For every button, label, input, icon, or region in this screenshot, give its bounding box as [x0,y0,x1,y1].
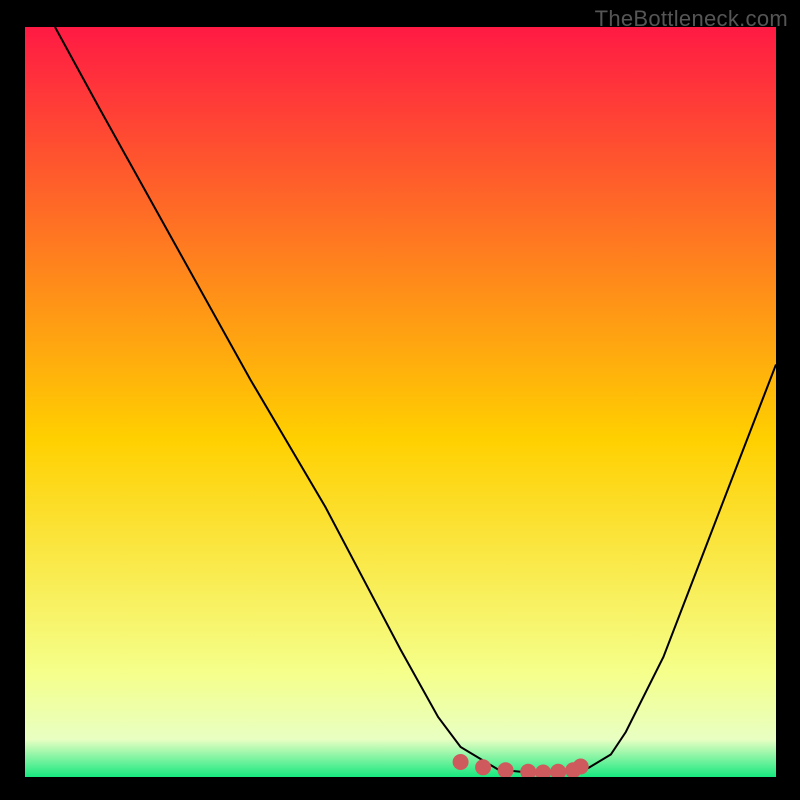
plot-area [25,27,776,777]
watermark-text: TheBottleneck.com [595,6,788,32]
gradient-background [25,27,776,777]
valley-marker [573,759,589,775]
valley-marker [453,754,469,770]
bottleneck-chart [25,27,776,777]
valley-marker [475,759,491,775]
chart-frame: TheBottleneck.com [0,0,800,800]
